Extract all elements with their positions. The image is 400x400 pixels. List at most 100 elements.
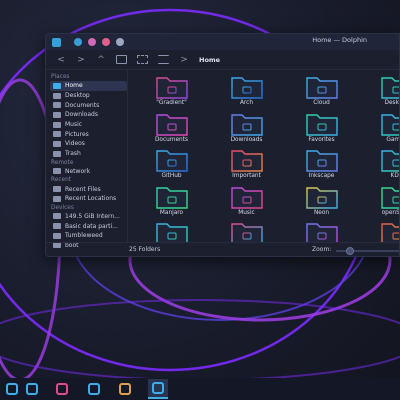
places-sidebar: Places Home Desktop Documents Downloads Musi…	[46, 70, 128, 249]
konsole-icon	[56, 383, 68, 395]
status-bar: 25 Folders Zoom:	[46, 242, 399, 256]
desktop-folder-icon	[379, 74, 399, 100]
zoom-label: Zoom:	[312, 246, 332, 253]
recent-files-icon	[53, 186, 61, 193]
sidebar-item-label: Trash	[65, 150, 81, 158]
popos-folder-icon	[229, 220, 265, 242]
titlebar-buttons	[74, 38, 124, 46]
projects-folder-icon	[304, 220, 340, 242]
drive-icon	[53, 232, 61, 239]
sidebar-item-home[interactable]: Home	[50, 81, 127, 91]
breadcrumb-home[interactable]: Home	[199, 56, 220, 64]
folder-label: Important	[232, 173, 261, 179]
folder-item[interactable]: Downloads	[209, 111, 284, 148]
minimize-button-icon[interactable]	[74, 38, 82, 46]
taskbar-discover-button[interactable]	[22, 379, 42, 399]
folder-item[interactable]: Neon	[284, 184, 359, 221]
dolphin-window[interactable]: Home — Dolphin < > ^ > Home Places Home D…	[45, 33, 400, 257]
folder-label: KDE	[390, 173, 399, 179]
folder-label: Favorites	[308, 136, 335, 143]
folder-item[interactable]: KDE	[359, 147, 399, 184]
sidebar-item-basic-data-parti[interactable]: Basic data parti...	[50, 221, 127, 231]
taskbar-firefox-button[interactable]	[115, 379, 135, 399]
videos-icon	[53, 140, 61, 147]
section-places: Places	[51, 74, 70, 80]
folder-item[interactable]: Documents	[134, 111, 209, 148]
folder-item[interactable]: Plasma	[134, 220, 209, 242]
taskbar-settings-button[interactable]	[84, 379, 104, 399]
folder-item[interactable]: GitHub	[134, 147, 209, 184]
window-title: Home — Dolphin	[312, 36, 367, 44]
folder-item[interactable]: Games	[359, 111, 399, 148]
plasma-folder-icon	[154, 220, 190, 242]
music-icon	[53, 121, 61, 128]
folder-item[interactable]: Arch	[209, 74, 284, 111]
folder-item[interactable]: Projects	[284, 220, 359, 242]
folder-item[interactable]: openSUSE	[359, 184, 399, 221]
folder-item[interactable]: "Gradient"	[134, 74, 209, 111]
maximize-button-icon[interactable]	[88, 38, 96, 46]
settings-icon	[88, 383, 100, 395]
folder-item[interactable]: Reddit	[359, 220, 399, 242]
trash-icon	[53, 150, 61, 157]
recent-locations-icon	[53, 195, 61, 202]
folder-item[interactable]: Favorites	[284, 111, 359, 148]
sidebar-item-label: Desktop	[65, 92, 90, 100]
pictures-icon	[53, 131, 61, 138]
file-view[interactable]: "Gradient" Arch Cloud Desktop Documents Downl…	[128, 70, 399, 242]
sidebar-item-recent-files[interactable]: Recent Files	[50, 184, 127, 194]
menu-button-icon[interactable]	[116, 38, 124, 46]
folder-label: Games	[386, 136, 399, 143]
taskbar-konsole-button[interactable]	[52, 379, 72, 399]
kde-folder-icon	[379, 147, 399, 173]
taskbar-app-launcher-button[interactable]	[2, 379, 22, 399]
home-icon	[53, 82, 61, 89]
sidebar-item-desktop[interactable]: Desktop	[50, 91, 127, 101]
folder-item[interactable]: Important	[209, 147, 284, 184]
sidebar-item-label: Downloads	[65, 111, 98, 119]
favorites-folder-icon	[304, 111, 340, 137]
folder-item[interactable]: Cloud	[284, 74, 359, 111]
compact-view-icon[interactable]	[137, 55, 148, 64]
forward-button[interactable]: >	[76, 55, 86, 65]
github-folder-icon	[154, 147, 190, 173]
sidebar-item-music[interactable]: Music	[50, 120, 127, 130]
games-folder-icon	[379, 111, 399, 137]
sidebar-item-label: 149.5 GiB Intern...	[65, 212, 120, 220]
taskbar-dolphin-button[interactable]	[148, 379, 168, 399]
gradient-folder-icon	[154, 74, 190, 100]
folder-item[interactable]: Desktop	[359, 74, 399, 111]
sidebar-item-network[interactable]: Network	[50, 167, 127, 177]
breadcrumb-separator-icon: >	[180, 54, 188, 65]
folder-item[interactable]: Pop!_OS	[209, 220, 284, 242]
inkscape-folder-icon	[304, 147, 340, 173]
folder-item[interactable]: Music	[209, 184, 284, 221]
folder-item[interactable]: Inkscape	[284, 147, 359, 184]
sidebar-item-videos[interactable]: Videos	[50, 139, 127, 149]
sidebar-item-downloads[interactable]: Downloads	[50, 110, 127, 120]
close-button-icon[interactable]	[102, 38, 110, 46]
sidebar-item-label: Music	[65, 121, 83, 129]
up-button[interactable]: ^	[96, 55, 106, 65]
back-button[interactable]: <	[56, 55, 66, 65]
sidebar-item-recent-locations[interactable]: Recent Locations	[50, 194, 127, 204]
sidebar-item-trash[interactable]: Trash	[50, 149, 127, 159]
folder-item[interactable]: Manjaro	[134, 184, 209, 221]
folder-label: Arch	[239, 100, 254, 106]
sidebar-item-label: Recent Files	[65, 185, 101, 193]
sidebar-item-documents[interactable]: Documents	[50, 100, 127, 110]
folder-label: "Gradient"	[156, 100, 187, 106]
section-devices: Devices	[51, 204, 74, 211]
sidebar-item-tumbleweed[interactable]: Tumbleweed	[50, 231, 127, 241]
section-remote: Remote	[51, 159, 74, 166]
window-titlebar[interactable]: Home — Dolphin	[46, 34, 399, 50]
folder-label: Documents	[154, 136, 189, 143]
sidebar-item-label: Network	[65, 167, 91, 175]
details-view-icon[interactable]	[158, 55, 169, 64]
zoom-slider-handle[interactable]	[346, 247, 354, 255]
sidebar-item-149-5-gib-intern[interactable]: 149.5 GiB Intern...	[50, 212, 127, 222]
sidebar-item-label: Documents	[65, 101, 100, 109]
sidebar-item-pictures[interactable]: Pictures	[50, 129, 127, 139]
icon-view-icon[interactable]	[116, 55, 127, 64]
downloads-folder-icon	[229, 111, 265, 137]
